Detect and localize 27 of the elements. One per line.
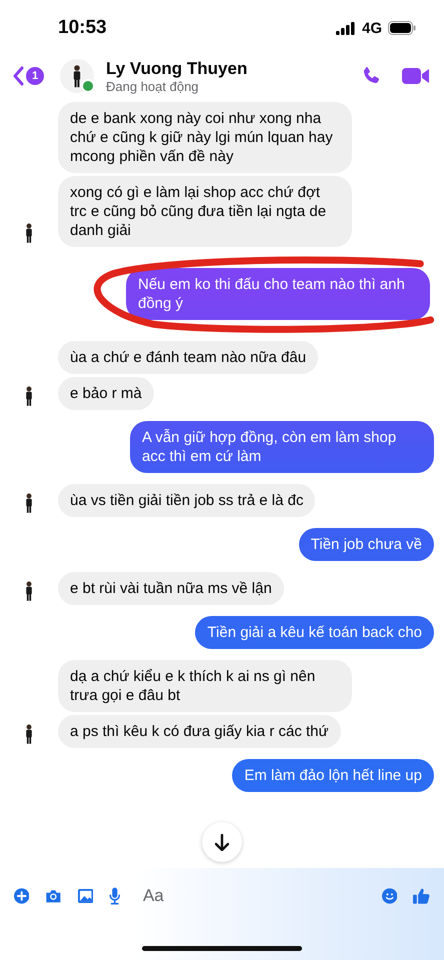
contact-name: Ly Vuong Thuyen (106, 58, 248, 78)
battery-icon (388, 21, 416, 35)
message-bubble: A vẫn giữ hợp đồng, còn em làm shop acc thì em cứ làm (130, 421, 434, 473)
message-bubble: Tiền giải a kêu kế toán back cho (195, 616, 434, 649)
message-bubble: Em làm đảo lộn hết line up (232, 759, 434, 792)
profile-avatar[interactable] (60, 59, 94, 93)
back-icon (12, 66, 24, 86)
contact-status: Đang hoạt động (106, 78, 200, 94)
message-bubble: xong có gì e làm lại shop acc chứ đợt trc e cũng bỏ cũng đưa tiền lại ngta de danh giải (58, 176, 352, 247)
network-type: 4G (362, 20, 382, 36)
message-bubble: ùa vs tiền giải tiền job ss trả e là đc (58, 484, 316, 517)
video-camera-icon (402, 66, 430, 86)
scroll-down-button[interactable] (202, 822, 242, 862)
message-bubble: e bảo r mà (58, 377, 154, 410)
message-bubble: dạ a chứ kiểu e k thích k ai ns gì nên trưa gọi e đâu bt (58, 660, 352, 712)
status-time: 10:53 (58, 17, 107, 39)
unread-badge: 1 (26, 67, 44, 85)
message-bubble: a ps thì kêu k có đưa giấy kia r các thứ (58, 715, 341, 748)
message-bubble: Tiền job chưa về (298, 528, 434, 561)
signal-icon (336, 22, 356, 34)
message-bubble: ùa a chứ e đánh team nào nữa đâu (58, 341, 318, 374)
message-bubble: Nếu em ko thi đấu cho team nào thì anh đồng ý (126, 268, 430, 320)
message-bubble: de e bank xong này coi như xong nha chứ e cũng k giữ này lgi mún lquan hay mcong phiền vấn đề này (58, 102, 352, 173)
back-button[interactable]: 1 (12, 66, 44, 86)
down-arrow-icon (215, 834, 229, 850)
message-bubble: e bt rùi vài tuần nữa ms về lận (58, 572, 284, 605)
video-call-button[interactable] (402, 66, 430, 86)
